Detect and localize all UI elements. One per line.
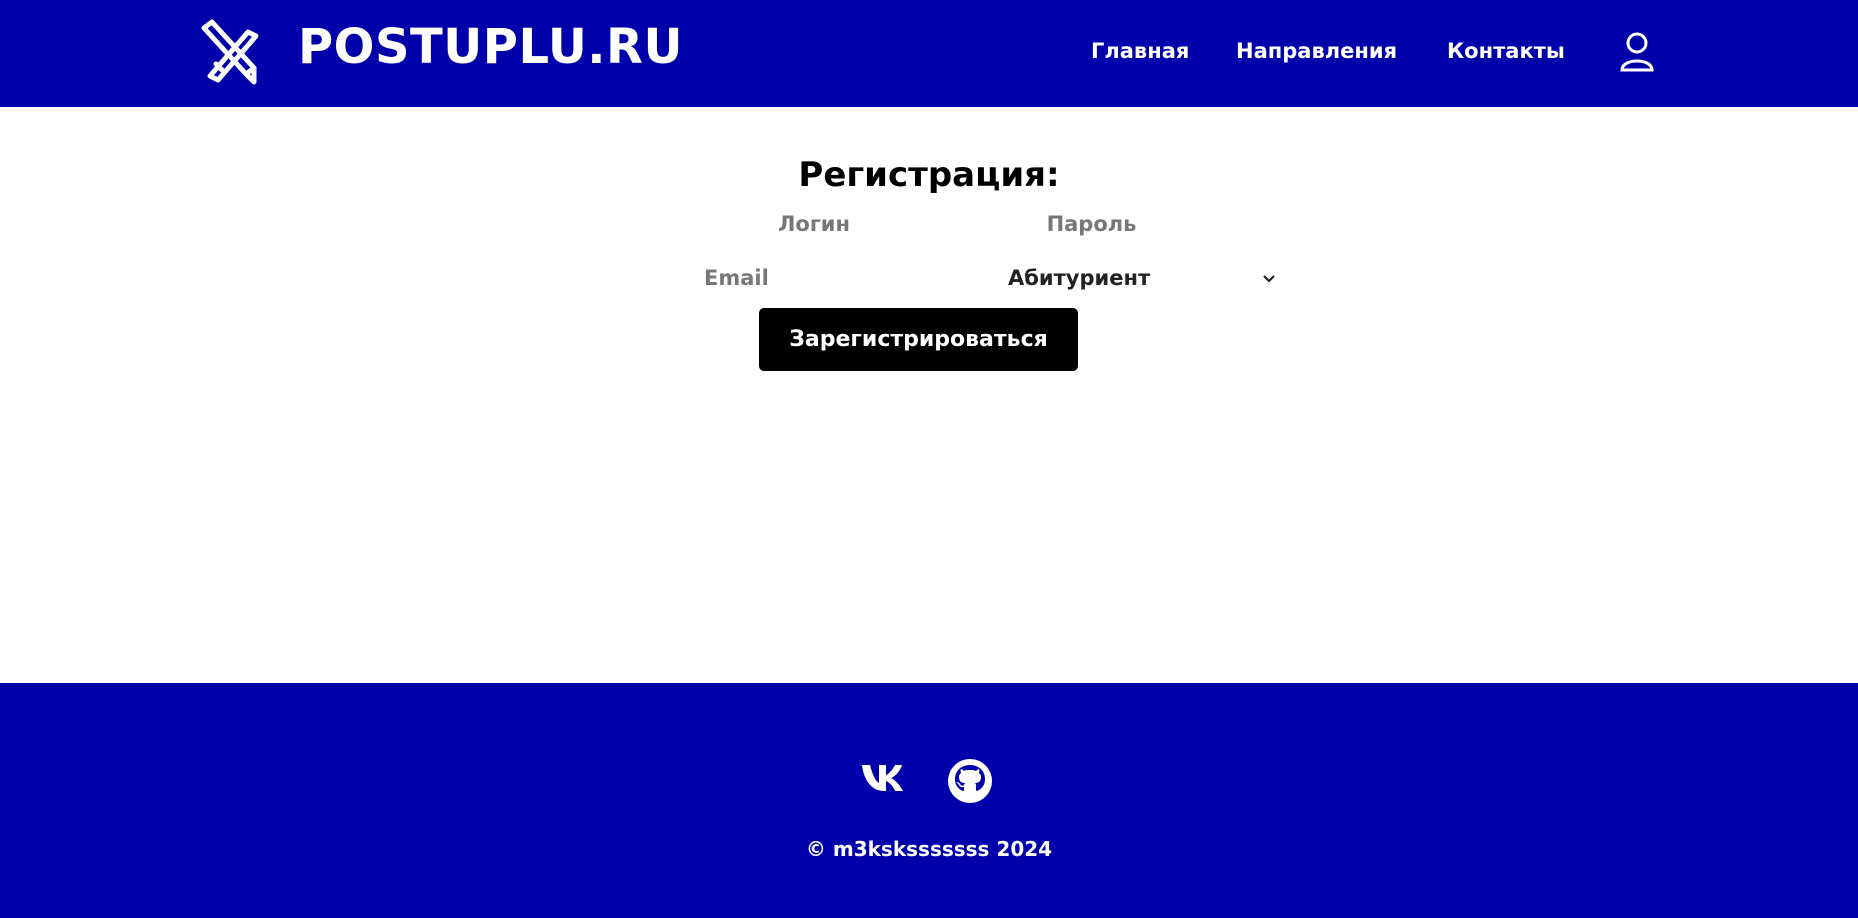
copyright-text: © m3ksksssssss 2024 <box>805 837 1053 861</box>
role-select-value: Абитуриент <box>1008 266 1151 290</box>
github-icon[interactable] <box>946 757 994 805</box>
role-select[interactable]: Абитуриент <box>1008 262 1276 294</box>
registration-section: Регистрация: Абитуриент Зарегистрировать… <box>0 107 1858 683</box>
email-field[interactable] <box>704 262 954 294</box>
nav-link-contacts[interactable]: Контакты <box>1447 36 1565 66</box>
site-footer: © m3ksksssssss 2024 <box>0 683 1858 918</box>
password-field[interactable] <box>960 208 1223 240</box>
vk-icon[interactable] <box>860 763 910 793</box>
nav-link-home[interactable]: Главная <box>1091 36 1189 66</box>
chevron-down-icon <box>1263 275 1275 283</box>
user-icon[interactable] <box>1618 32 1656 72</box>
nav-link-directions[interactable]: Направления <box>1236 36 1397 66</box>
crossed-pencil-ruler-icon[interactable] <box>196 18 262 86</box>
page-title: Регистрация: <box>798 155 1060 195</box>
site-header: POSTUPLU.RU Главная Направления Контакты <box>0 0 1858 107</box>
login-field[interactable] <box>669 208 959 240</box>
register-button[interactable]: Зарегистрироваться <box>759 308 1078 371</box>
site-brand[interactable]: POSTUPLU.RU <box>298 16 683 78</box>
